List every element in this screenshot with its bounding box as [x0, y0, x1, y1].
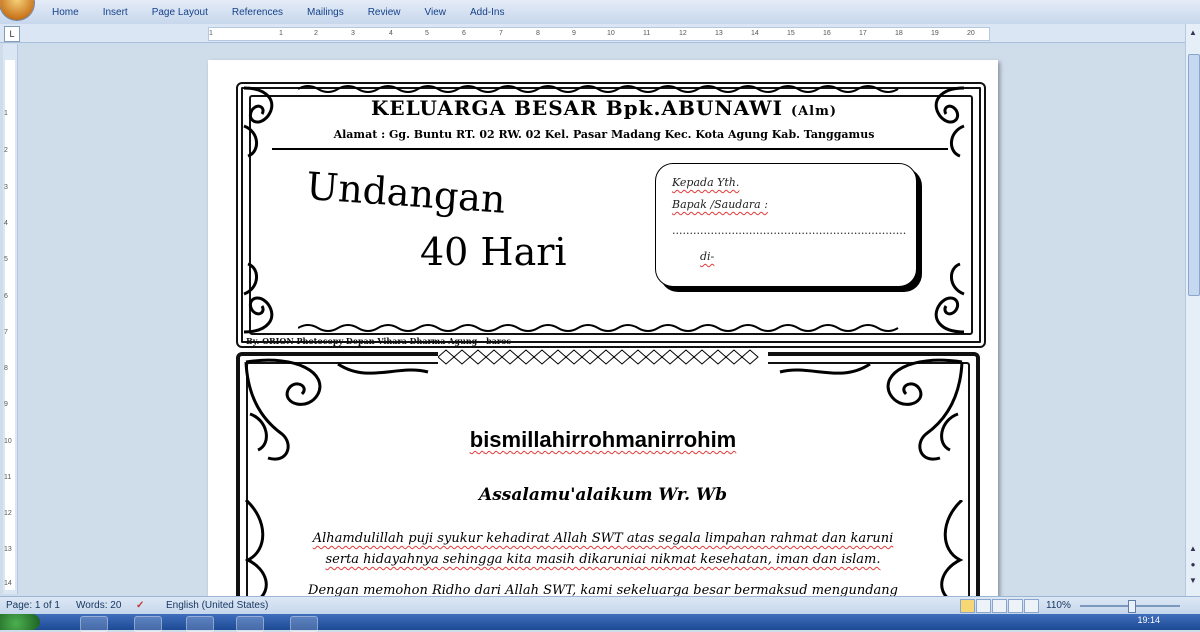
recipient-line-1: Kepada Yth.: [672, 176, 740, 189]
ruler-tick: 6: [462, 30, 466, 37]
ruler-tick: 6: [4, 293, 8, 300]
draft-view-icon[interactable]: [1024, 599, 1039, 613]
outline-view-icon[interactable]: [1008, 599, 1023, 613]
paragraph-line: serta hidayahnya sehingga kita masih dik…: [325, 552, 881, 567]
ruler-tick: 14: [4, 580, 12, 587]
ruler-tick: 1: [209, 30, 213, 37]
ruler-tick: 9: [572, 30, 576, 37]
page-count[interactable]: Page: 1 of 1: [6, 600, 60, 611]
invitation-subtitle: 40 Hari: [420, 230, 567, 274]
body-corner-ornament-icon: [779, 358, 964, 461]
scrollbar-thumb[interactable]: [1188, 54, 1200, 296]
zoom-level[interactable]: 110%: [1046, 600, 1071, 611]
tab-mailings[interactable]: Mailings: [307, 7, 344, 18]
diamond-band-icon: [438, 348, 768, 366]
ruler-tick: 11: [4, 474, 12, 481]
opening-heading: bismillahirrohmanirrohim: [469, 427, 737, 452]
family-suffix: (Alm): [790, 104, 838, 119]
top-border-ornament-icon: [298, 85, 899, 93]
ruler-tick: 20: [967, 30, 975, 37]
recipient-line-4: di-: [700, 250, 715, 263]
ruler-tick: 13: [715, 30, 723, 37]
tab-page-layout[interactable]: Page Layout: [152, 7, 208, 18]
recipient-line-2: Bapak /Saudara :: [672, 198, 768, 211]
ruler-tick: 2: [4, 147, 8, 154]
ruler-tick: 3: [4, 184, 8, 191]
ruler-tick: 12: [4, 510, 12, 517]
tab-references[interactable]: References: [232, 7, 283, 18]
greeting-text: Assalamu'alaikum Wr. Wb: [479, 485, 727, 505]
system-clock: 19:14: [1137, 615, 1160, 625]
scroll-up-icon[interactable]: ▲: [1188, 28, 1198, 38]
start-button-icon[interactable]: [0, 614, 40, 630]
ruler-tick: 8: [536, 30, 540, 37]
tab-review[interactable]: Review: [368, 7, 401, 18]
word-count[interactable]: Words: 20: [76, 600, 121, 611]
ruler-tick: 8: [4, 365, 8, 372]
ruler-tick: 7: [4, 329, 8, 336]
print-layout-view-icon[interactable]: [960, 599, 975, 613]
ruler-tick: 11: [643, 30, 651, 37]
print-credit: By. ORION Photocopy Depan Vihara Dharma …: [246, 336, 511, 346]
header-divider: [272, 148, 948, 150]
ruler-tick: 18: [895, 30, 903, 37]
tab-stop-selector[interactable]: L: [4, 26, 20, 42]
office-button-icon[interactable]: [0, 0, 34, 20]
ruler-tick: 10: [607, 30, 615, 37]
side-ornament-icon: [940, 500, 964, 600]
ruler-tick: 4: [4, 220, 8, 227]
corner-ornament-icon: [934, 86, 965, 158]
ribbon-menu: Home Insert Page Layout References Maili…: [40, 0, 516, 24]
corner-ornament-icon: [243, 262, 274, 334]
language-indicator[interactable]: English (United States): [166, 600, 268, 611]
family-address: Alamat : Gg. Buntu RT. 02 RW. 02 Kel. Pa…: [333, 128, 875, 141]
ribbon-tabs-bar: Home Insert Page Layout References Maili…: [0, 0, 1200, 25]
ruler-tick: 3: [351, 30, 355, 37]
ruler-tick: 5: [4, 256, 8, 263]
ruler-tick: 4: [389, 30, 393, 37]
tab-insert[interactable]: Insert: [103, 7, 128, 18]
ruler-tick: 16: [823, 30, 831, 37]
scroll-select-browse-icon[interactable]: ●: [1188, 560, 1198, 570]
bottom-border-ornament-icon: [298, 324, 899, 332]
ruler-tick: 17: [859, 30, 867, 37]
recipient-dots: ........................................…: [672, 224, 907, 237]
family-name: KELUARGA BESAR Bpk.ABUNAWI: [370, 96, 783, 120]
ruler-tick: 19: [931, 30, 939, 37]
scroll-prev-page-icon[interactable]: ▲: [1188, 544, 1198, 554]
tab-view[interactable]: View: [425, 7, 447, 18]
full-screen-view-icon[interactable]: [976, 599, 991, 613]
ruler-tick: 12: [679, 30, 687, 37]
ruler-tick: 1: [4, 110, 8, 117]
vertical-scrollbar[interactable]: ▲ ▲ ● ▼: [1185, 24, 1200, 596]
document-page[interactable]: KELUARGA BESAR Bpk.ABUNAWI (Alm) Alamat …: [208, 60, 998, 600]
web-layout-view-icon[interactable]: [992, 599, 1007, 613]
proofing-icon[interactable]: ✓: [136, 600, 144, 611]
ruler-tick: 15: [787, 30, 795, 37]
ruler-tick: 14: [751, 30, 759, 37]
taskbar: 19:14: [0, 614, 1200, 632]
zoom-slider-thumb[interactable]: [1128, 600, 1136, 613]
scroll-next-page-icon[interactable]: ▼: [1188, 576, 1198, 586]
corner-ornament-icon: [243, 86, 274, 158]
ruler-tick: 1: [279, 30, 283, 37]
family-title: KELUARGA BESAR Bpk.ABUNAWI (Alm): [248, 96, 960, 120]
recipient-box[interactable]: Kepada Yth. Bapak /Saudara : ...........…: [655, 163, 917, 287]
ruler-tick: 2: [314, 30, 318, 37]
ruler-tick: 5: [425, 30, 429, 37]
corner-ornament-icon: [934, 262, 965, 334]
ruler-tick: 7: [499, 30, 503, 37]
ruler-tick: 13: [4, 546, 12, 553]
vertical-ruler[interactable]: 1 2 3 4 5 6 7 8 9 10 11 12 13 14: [3, 44, 18, 594]
tab-add-ins[interactable]: Add-Ins: [470, 7, 504, 18]
ruler-tick: 9: [4, 401, 8, 408]
body-corner-ornament-icon: [244, 358, 429, 461]
paragraph-line: Alhamdulillah puji syukur kehadirat Alla…: [312, 531, 894, 546]
horizontal-ruler[interactable]: 1 1 2 3 4 5 6 7 8 9 10 11 12 13 14 15 16…: [208, 27, 990, 41]
invitation-paragraph: Alhamdulillah puji syukur kehadirat Alla…: [288, 528, 918, 600]
tab-home[interactable]: Home: [52, 7, 79, 18]
status-bar: Page: 1 of 1 Words: 20 ✓ English (United…: [0, 596, 1200, 615]
ruler-tick: 10: [4, 438, 12, 445]
